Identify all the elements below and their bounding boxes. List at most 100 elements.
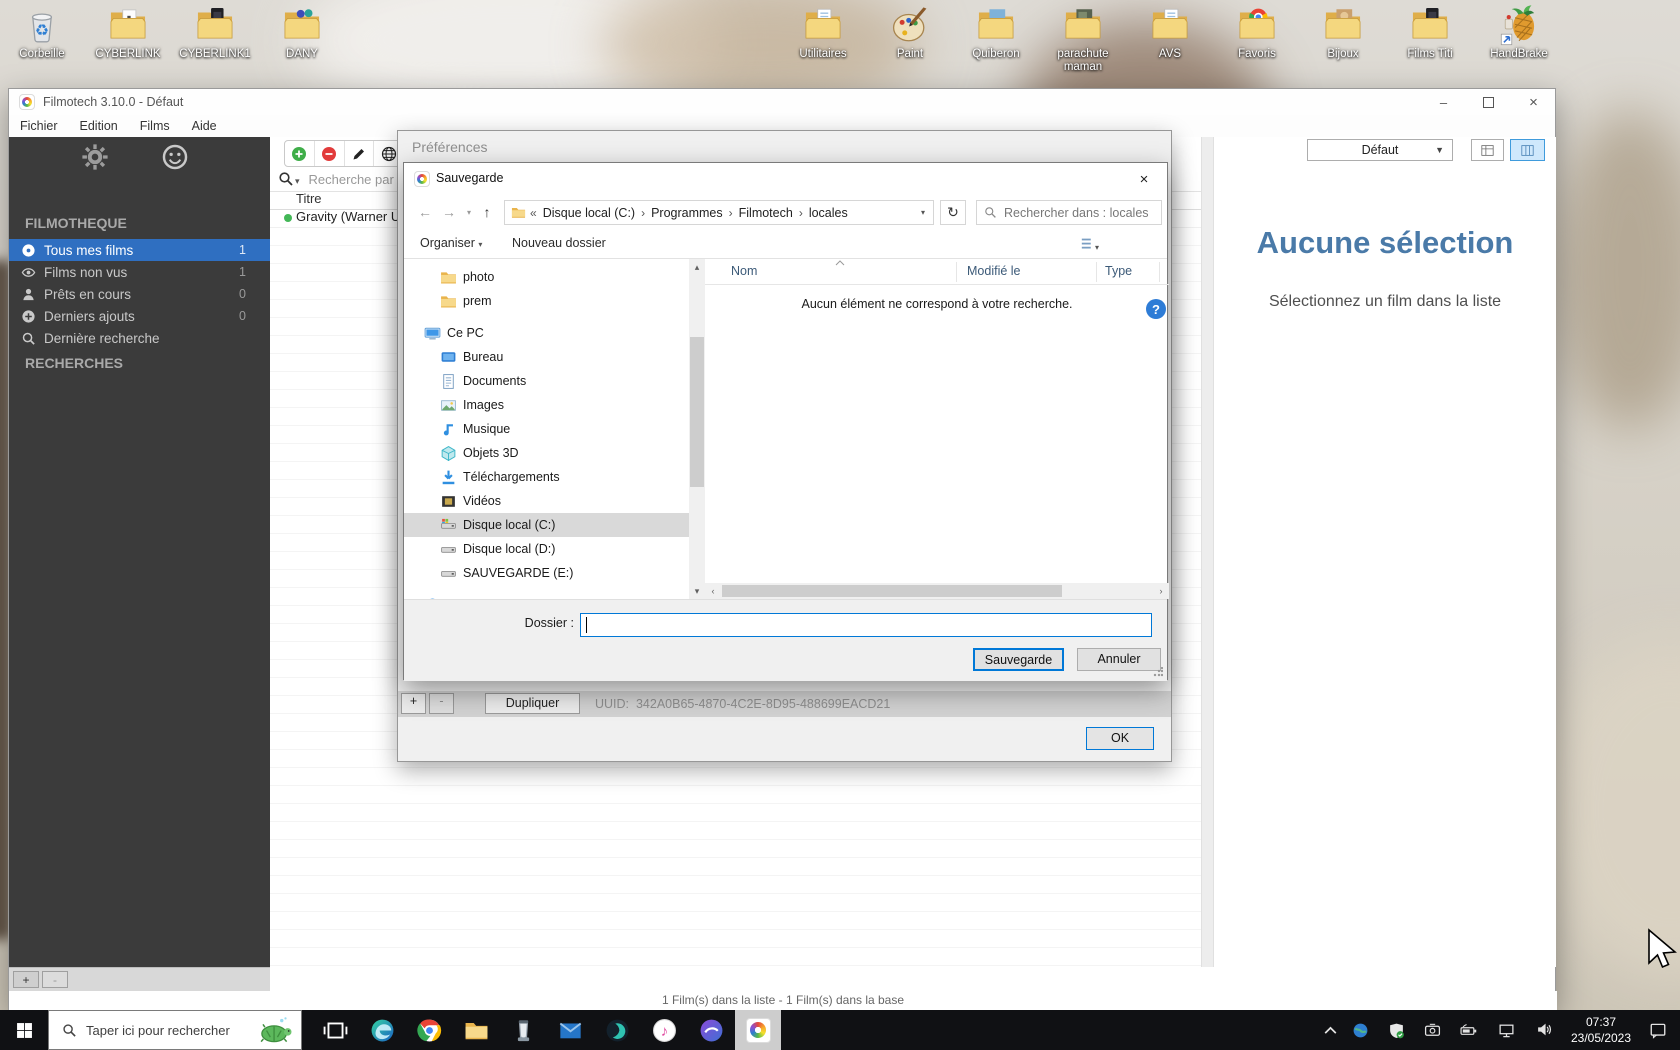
column-nom[interactable]: Nom: [731, 264, 757, 278]
tree-item-musique[interactable]: Musique: [404, 417, 689, 441]
add-list-button[interactable]: +: [13, 971, 39, 988]
tree-item-t-l-chargements[interactable]: Téléchargements: [404, 465, 689, 489]
panel-divider[interactable]: [1201, 137, 1214, 967]
tray-onedrive-icon[interactable]: [1352, 1022, 1369, 1039]
desktop-icon-films-titi[interactable]: Films Titi: [1392, 4, 1468, 61]
scroll-left-icon[interactable]: ‹: [705, 583, 721, 599]
add-film-button[interactable]: [285, 141, 315, 166]
breadcrumb-filmotech[interactable]: Filmotech: [739, 206, 793, 220]
tree-item-prem[interactable]: prem: [404, 289, 689, 313]
search-caret-icon[interactable]: ▾: [295, 176, 300, 187]
taskbar-mail-icon[interactable]: [547, 1010, 593, 1050]
file-list-header[interactable]: Nom Modifié le Type: [705, 259, 1169, 285]
tray-network-icon[interactable]: [1498, 1022, 1515, 1039]
taskbar-photos-icon[interactable]: [594, 1010, 640, 1050]
desktop-icon-cyberlink[interactable]: CYBERLINK: [90, 4, 166, 61]
forward-icon[interactable]: →: [438, 201, 460, 223]
sidebar-item-derni-re-recherche[interactable]: Dernière recherche: [9, 327, 270, 349]
taskbar-itunes-icon[interactable]: ♪: [641, 1010, 687, 1050]
breadcrumb-programmes[interactable]: Programmes: [651, 206, 723, 220]
tree-item-bureau[interactable]: Bureau: [404, 345, 689, 369]
duplicate-button[interactable]: Dupliquer: [485, 693, 580, 714]
ok-button[interactable]: OK: [1086, 727, 1154, 750]
taskbar-search[interactable]: Taper ici pour rechercher: [48, 1010, 302, 1050]
tree-item-ce-pc[interactable]: Ce PC: [404, 321, 689, 345]
tray-battery-icon[interactable]: [1460, 1022, 1477, 1039]
desktop-icon-cyberlink1[interactable]: CYBERLINK1: [177, 4, 253, 61]
tree-scrollbar[interactable]: ▴ ▾: [689, 259, 705, 599]
up-icon[interactable]: ↑: [476, 201, 498, 223]
organize-button[interactable]: Organiser ▾: [420, 236, 482, 250]
breadcrumb[interactable]: « Disque local (C:) › Programmes › Filmotech…: [504, 200, 934, 225]
refresh-icon[interactable]: ↻: [940, 200, 966, 225]
sidebar-item-films-non-vus[interactable]: Films non vus 1: [9, 261, 270, 283]
horizontal-scrollbar[interactable]: ‹ ›: [705, 583, 1169, 599]
breadcrumb-caret-icon[interactable]: ▾: [921, 208, 925, 217]
tray-chevron-icon[interactable]: [1322, 1022, 1339, 1039]
action-center-icon[interactable]: [1648, 1021, 1668, 1039]
profile-dropdown[interactable]: Défaut ▼: [1307, 139, 1453, 161]
taskbar-swirl-icon[interactable]: [688, 1010, 734, 1050]
resize-grip[interactable]: [1153, 667, 1163, 677]
desktop-icon-parachute-maman[interactable]: parachute maman: [1045, 4, 1121, 74]
taskbar-explorer-icon[interactable]: [453, 1010, 499, 1050]
back-icon[interactable]: ←: [414, 201, 436, 223]
menu-edition[interactable]: Edition: [69, 119, 129, 133]
taskbar-blender-icon[interactable]: [500, 1010, 546, 1050]
pref-remove-button[interactable]: -: [429, 693, 454, 714]
pref-add-button[interactable]: +: [401, 693, 426, 714]
scroll-up-icon[interactable]: ▴: [689, 259, 705, 275]
breadcrumb-locales[interactable]: locales: [809, 206, 848, 220]
breadcrumb-disque-local-c[interactable]: Disque local (C:): [543, 206, 635, 220]
menu-fichier[interactable]: Fichier: [9, 119, 69, 133]
desktop-icon-utilitaires[interactable]: Utilitaires: [785, 4, 861, 61]
taskbar-filmotech-icon[interactable]: [735, 1010, 781, 1050]
folder-name-input[interactable]: [580, 613, 1152, 637]
sidebar-item-tous-mes-films[interactable]: Tous mes films 1: [9, 239, 270, 261]
tree-item-disque-local-d[interactable]: Disque local (D:): [404, 537, 689, 561]
tree-item-images[interactable]: Images: [404, 393, 689, 417]
menu-aide[interactable]: Aide: [181, 119, 228, 133]
settings-gear-icon[interactable]: [81, 143, 109, 171]
save-button[interactable]: Sauvegarde: [973, 648, 1064, 671]
view-columns-button[interactable]: [1510, 139, 1545, 161]
desktop-icon-corbeille[interactable]: ♻ Corbeille: [4, 4, 80, 61]
dialog-search-box[interactable]: Rechercher dans : locales: [976, 200, 1162, 225]
minimize-button[interactable]: –: [1421, 89, 1466, 115]
save-dialog-titlebar[interactable]: Sauvegarde ×: [404, 163, 1167, 195]
cancel-button[interactable]: Annuler: [1077, 648, 1161, 671]
menu-films[interactable]: Films: [129, 119, 181, 133]
tray-cast-icon[interactable]: [1424, 1022, 1441, 1039]
desktop-icon-dany[interactable]: DANY: [264, 4, 340, 61]
tray-volume-icon[interactable]: [1536, 1021, 1553, 1038]
tree-item-objets-3d[interactable]: Objets 3D: [404, 441, 689, 465]
sidebar-item-derniers-ajouts[interactable]: Derniers ajouts 0: [9, 305, 270, 327]
scroll-right-icon[interactable]: ›: [1153, 583, 1169, 599]
column-divider[interactable]: [956, 262, 957, 282]
window-titlebar[interactable]: Filmotech 3.10.0 - Défaut – ×: [9, 89, 1555, 115]
scroll-down-icon[interactable]: ▾: [689, 583, 705, 599]
start-button[interactable]: [0, 1010, 48, 1050]
tray-defender-icon[interactable]: [1388, 1022, 1405, 1039]
desktop-icon-paint[interactable]: Paint: [872, 4, 948, 61]
taskbar-chrome-icon[interactable]: [406, 1010, 452, 1050]
desktop-icon-bijoux[interactable]: Bijoux: [1305, 4, 1381, 61]
close-button[interactable]: ×: [1511, 89, 1556, 115]
column-modifi-le[interactable]: Modifié le: [967, 264, 1021, 278]
tree-scroll-thumb[interactable]: [690, 337, 704, 487]
tree-item-sauvegarde-e[interactable]: SAUVEGARDE (E:): [404, 561, 689, 585]
taskbar-edge-icon[interactable]: [359, 1010, 405, 1050]
view-split-button[interactable]: [1471, 139, 1504, 161]
maximize-button[interactable]: [1466, 89, 1511, 115]
delete-film-button[interactable]: [315, 141, 345, 166]
desktop-icon-avs[interactable]: AVS: [1132, 4, 1208, 61]
taskbar-task-view-icon[interactable]: [312, 1010, 358, 1050]
column-divider[interactable]: [1096, 262, 1097, 282]
column-titre[interactable]: Titre: [296, 191, 322, 206]
taskbar-clock[interactable]: 07:37 23/05/2023: [1568, 1014, 1634, 1046]
column-type[interactable]: Type: [1105, 264, 1132, 278]
edit-film-button[interactable]: [345, 141, 375, 166]
remove-list-button[interactable]: -: [42, 971, 68, 988]
desktop-icon-favoris[interactable]: Favoris: [1219, 4, 1295, 61]
view-mode-button[interactable]: ▾: [1080, 237, 1099, 255]
